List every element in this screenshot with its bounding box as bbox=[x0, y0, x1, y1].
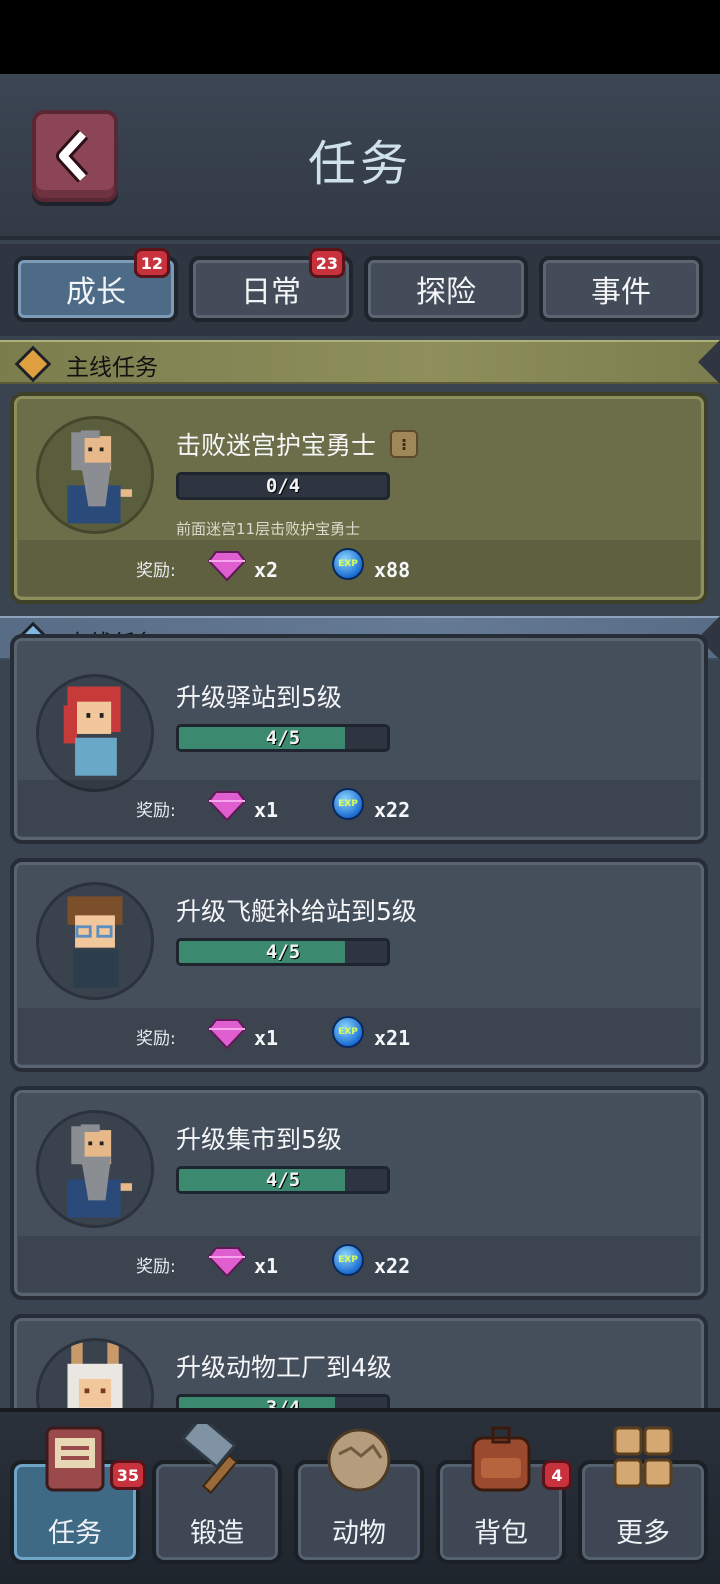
section-title: 主线任务 bbox=[66, 355, 158, 381]
quest-name: 升级集市到5级 bbox=[176, 1125, 342, 1154]
page-title: 任务 bbox=[307, 136, 412, 192]
tab-label: 成长 bbox=[66, 275, 126, 310]
status-bar bbox=[0, 0, 720, 74]
reward-row: 奖励: x1 EXP x22 bbox=[18, 1236, 700, 1292]
tab-label: 探险 bbox=[416, 275, 476, 310]
gem-quantity: x2 bbox=[254, 558, 279, 582]
egg-icon bbox=[327, 1428, 391, 1492]
reward-label: 奖励: bbox=[136, 801, 176, 821]
hammer-icon bbox=[181, 1424, 239, 1494]
main-quest-card[interactable]: 击败迷宫护宝勇士 ⁝ 0/4 前面迷宫11层击败护宝勇士 奖励: x2 EXP … bbox=[10, 392, 708, 604]
nav-backpack[interactable]: 4 背包 bbox=[436, 1426, 572, 1564]
main-quest-header: 主线任务 bbox=[0, 340, 720, 384]
nav-label: 锻造 bbox=[190, 1518, 244, 1549]
glasses-boy-portrait bbox=[36, 882, 154, 1000]
side-quest-card[interactable]: 升级驿站到5级 4/5 奖励: x1 EXP x22 bbox=[10, 634, 708, 844]
quest-name: 击败迷宫护宝勇士 ⁝ bbox=[176, 426, 419, 462]
nav-label: 动物 bbox=[332, 1518, 386, 1549]
reward-label: 奖励: bbox=[136, 561, 176, 581]
exp-orb-icon: EXP bbox=[332, 1016, 364, 1048]
tab-label: 事件 bbox=[591, 275, 651, 310]
quest-name: 升级飞艇补给站到5级 bbox=[176, 897, 417, 926]
gem-quantity: x1 bbox=[254, 798, 279, 822]
diamond-icon bbox=[14, 345, 52, 383]
tab-badge: 12 bbox=[133, 248, 170, 278]
quest-progress-bar: 4/5 bbox=[176, 1166, 390, 1194]
exp-quantity: x22 bbox=[374, 1254, 411, 1278]
nav-more[interactable]: 更多 bbox=[578, 1426, 708, 1564]
header: 任务 bbox=[0, 74, 720, 240]
exp-quantity: x21 bbox=[374, 1026, 411, 1050]
nav-label: 背包 bbox=[474, 1518, 528, 1549]
quest-screen: 任务 成长 12 日常 23 探险 事件 主线任务 击败迷宫护宝勇士 ⁝ 0/4… bbox=[0, 74, 720, 1584]
gem-quantity: x1 bbox=[254, 1254, 279, 1278]
exp-orb-icon: EXP bbox=[332, 1244, 364, 1276]
nav-animals[interactable]: 动物 bbox=[294, 1428, 424, 1564]
quest-name: 升级驿站到5级 bbox=[176, 683, 342, 712]
tab-daily[interactable]: 日常 23 bbox=[189, 248, 353, 322]
exp-orb-icon: EXP bbox=[332, 788, 364, 820]
reward-label: 奖励: bbox=[136, 1257, 176, 1277]
exp-orb-icon: EXP bbox=[332, 548, 364, 580]
info-icon[interactable]: ⁝ bbox=[390, 430, 419, 458]
quest-progress-bar: 4/5 bbox=[176, 724, 390, 752]
tab-bar: 成长 12 日常 23 探险 事件 bbox=[0, 244, 720, 336]
gem-icon bbox=[208, 1247, 246, 1278]
exp-quantity: x88 bbox=[374, 558, 411, 582]
progress-text: 0/4 bbox=[265, 475, 301, 497]
gem-quantity: x1 bbox=[254, 1026, 279, 1050]
progress-text: 4/5 bbox=[265, 727, 301, 749]
bottom-nav: 35 任务 锻造 动物 4 背包 更多 bbox=[0, 1408, 720, 1584]
nav-label: 更多 bbox=[616, 1518, 670, 1549]
backpack-icon bbox=[471, 1426, 531, 1492]
quest-book-icon bbox=[45, 1426, 105, 1492]
reward-row: 奖励: x1 EXP x21 bbox=[18, 1008, 700, 1064]
quest-progress-bar: 0/4 bbox=[176, 472, 390, 500]
exp-quantity: x22 bbox=[374, 798, 411, 822]
side-quest-card[interactable]: 升级飞艇补给站到5级 4/5 奖励: x1 EXP x21 bbox=[10, 858, 708, 1072]
nav-badge: 4 bbox=[542, 1460, 572, 1490]
reward-label: 奖励: bbox=[136, 1029, 176, 1049]
side-quest-card[interactable]: 升级集市到5级 4/5 奖励: x1 EXP x22 bbox=[10, 1086, 708, 1300]
more-grid-icon bbox=[613, 1426, 673, 1488]
gem-icon bbox=[208, 551, 246, 582]
red-hair-girl-portrait bbox=[36, 674, 154, 792]
nav-quests[interactable]: 35 任务 bbox=[10, 1426, 146, 1564]
quest-progress-bar: 4/5 bbox=[176, 938, 390, 966]
progress-text: 4/5 bbox=[265, 941, 301, 963]
tab-growth[interactable]: 成长 12 bbox=[14, 248, 178, 322]
nav-badge: 35 bbox=[109, 1460, 146, 1490]
quest-name: 升级动物工厂到4级 bbox=[176, 1353, 392, 1382]
reward-row: 奖励: x2 EXP x88 bbox=[18, 540, 700, 596]
tab-explore[interactable]: 探险 bbox=[364, 256, 528, 322]
gem-icon bbox=[208, 1019, 246, 1050]
reward-row: 奖励: x1 EXP x22 bbox=[18, 780, 700, 836]
old-sage-portrait bbox=[36, 1110, 154, 1228]
tab-events[interactable]: 事件 bbox=[539, 256, 703, 322]
old-sage-portrait bbox=[36, 416, 154, 534]
tab-badge: 23 bbox=[308, 248, 345, 278]
nav-forge[interactable]: 锻造 bbox=[152, 1424, 282, 1564]
quest-description: 前面迷宫11层击败护宝勇士 bbox=[176, 520, 361, 538]
progress-text: 4/5 bbox=[265, 1169, 301, 1191]
gem-icon bbox=[208, 791, 246, 822]
nav-label: 任务 bbox=[48, 1518, 102, 1549]
tab-label: 日常 bbox=[241, 275, 301, 310]
